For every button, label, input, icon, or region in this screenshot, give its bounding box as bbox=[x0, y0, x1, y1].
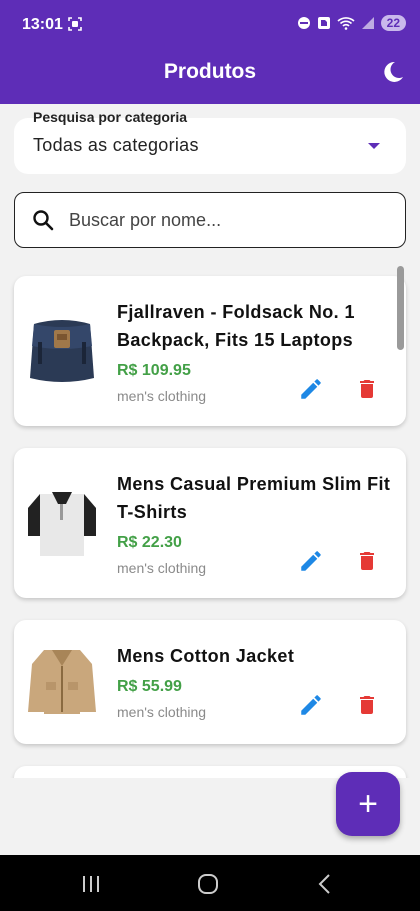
search-icon bbox=[33, 210, 54, 231]
product-card[interactable]: Mens Cotton Jacket R$ 55.99 men's clothi… bbox=[14, 620, 406, 744]
battery-badge: 22 bbox=[380, 15, 406, 31]
product-price: R$ 55.99 bbox=[117, 678, 182, 695]
status-bar: 13:01 22 bbox=[0, 0, 420, 50]
edit-icon[interactable] bbox=[298, 548, 324, 574]
recent-apps-icon[interactable] bbox=[78, 871, 104, 897]
signal-icon bbox=[361, 17, 374, 29]
page-title: Produtos bbox=[163, 60, 257, 83]
chevron-down-icon bbox=[368, 143, 380, 149]
product-price: R$ 109.95 bbox=[117, 362, 191, 379]
status-time: 13:01 bbox=[22, 16, 63, 33]
product-category: men's clothing bbox=[117, 388, 207, 404]
delete-icon[interactable] bbox=[355, 548, 379, 574]
product-category: men's clothing bbox=[117, 560, 207, 576]
product-title: Mens Cotton Jacket bbox=[117, 646, 295, 666]
moon-icon[interactable] bbox=[380, 59, 406, 85]
dnd-icon bbox=[297, 17, 310, 29]
screenshot-icon bbox=[68, 17, 82, 31]
search-field[interactable] bbox=[14, 192, 406, 248]
plus-icon: + bbox=[358, 785, 378, 823]
scrollbar[interactable] bbox=[397, 266, 404, 350]
edit-icon[interactable] bbox=[298, 692, 324, 718]
product-image bbox=[28, 492, 96, 556]
product-category: men's clothing bbox=[117, 704, 207, 720]
home-icon[interactable] bbox=[195, 871, 221, 897]
status-icons: 22 bbox=[297, 15, 406, 31]
product-image bbox=[28, 650, 96, 714]
category-selected-value: Todas as categorias bbox=[33, 135, 199, 155]
product-title: Mens Casual Premium Slim Fit T-Shirts bbox=[117, 474, 391, 522]
delete-icon[interactable] bbox=[355, 376, 379, 402]
nfc-icon bbox=[317, 17, 330, 29]
category-label: Pesquisa por categoria bbox=[33, 109, 188, 125]
app-bar: Produtos bbox=[0, 50, 420, 104]
wifi-icon bbox=[337, 17, 355, 30]
edit-icon[interactable] bbox=[298, 376, 324, 402]
delete-icon[interactable] bbox=[355, 692, 379, 718]
product-title: Fjallraven - Foldsack No. 1 Backpack, Fi… bbox=[117, 302, 355, 350]
category-dropdown[interactable]: Todas as categorias bbox=[14, 118, 406, 174]
product-image bbox=[30, 320, 94, 382]
back-icon[interactable] bbox=[312, 871, 338, 897]
product-list[interactable]: Fjallraven - Foldsack No. 1 Backpack, Fi… bbox=[0, 262, 420, 778]
search-input[interactable] bbox=[69, 203, 389, 237]
product-card[interactable]: Mens Casual Premium Slim Fit T-Shirts R$… bbox=[14, 448, 406, 598]
add-product-button[interactable]: + bbox=[336, 772, 400, 836]
system-nav-bar bbox=[0, 855, 420, 911]
product-card[interactable]: Fjallraven - Foldsack No. 1 Backpack, Fi… bbox=[14, 276, 406, 426]
product-price: R$ 22.30 bbox=[117, 534, 182, 551]
